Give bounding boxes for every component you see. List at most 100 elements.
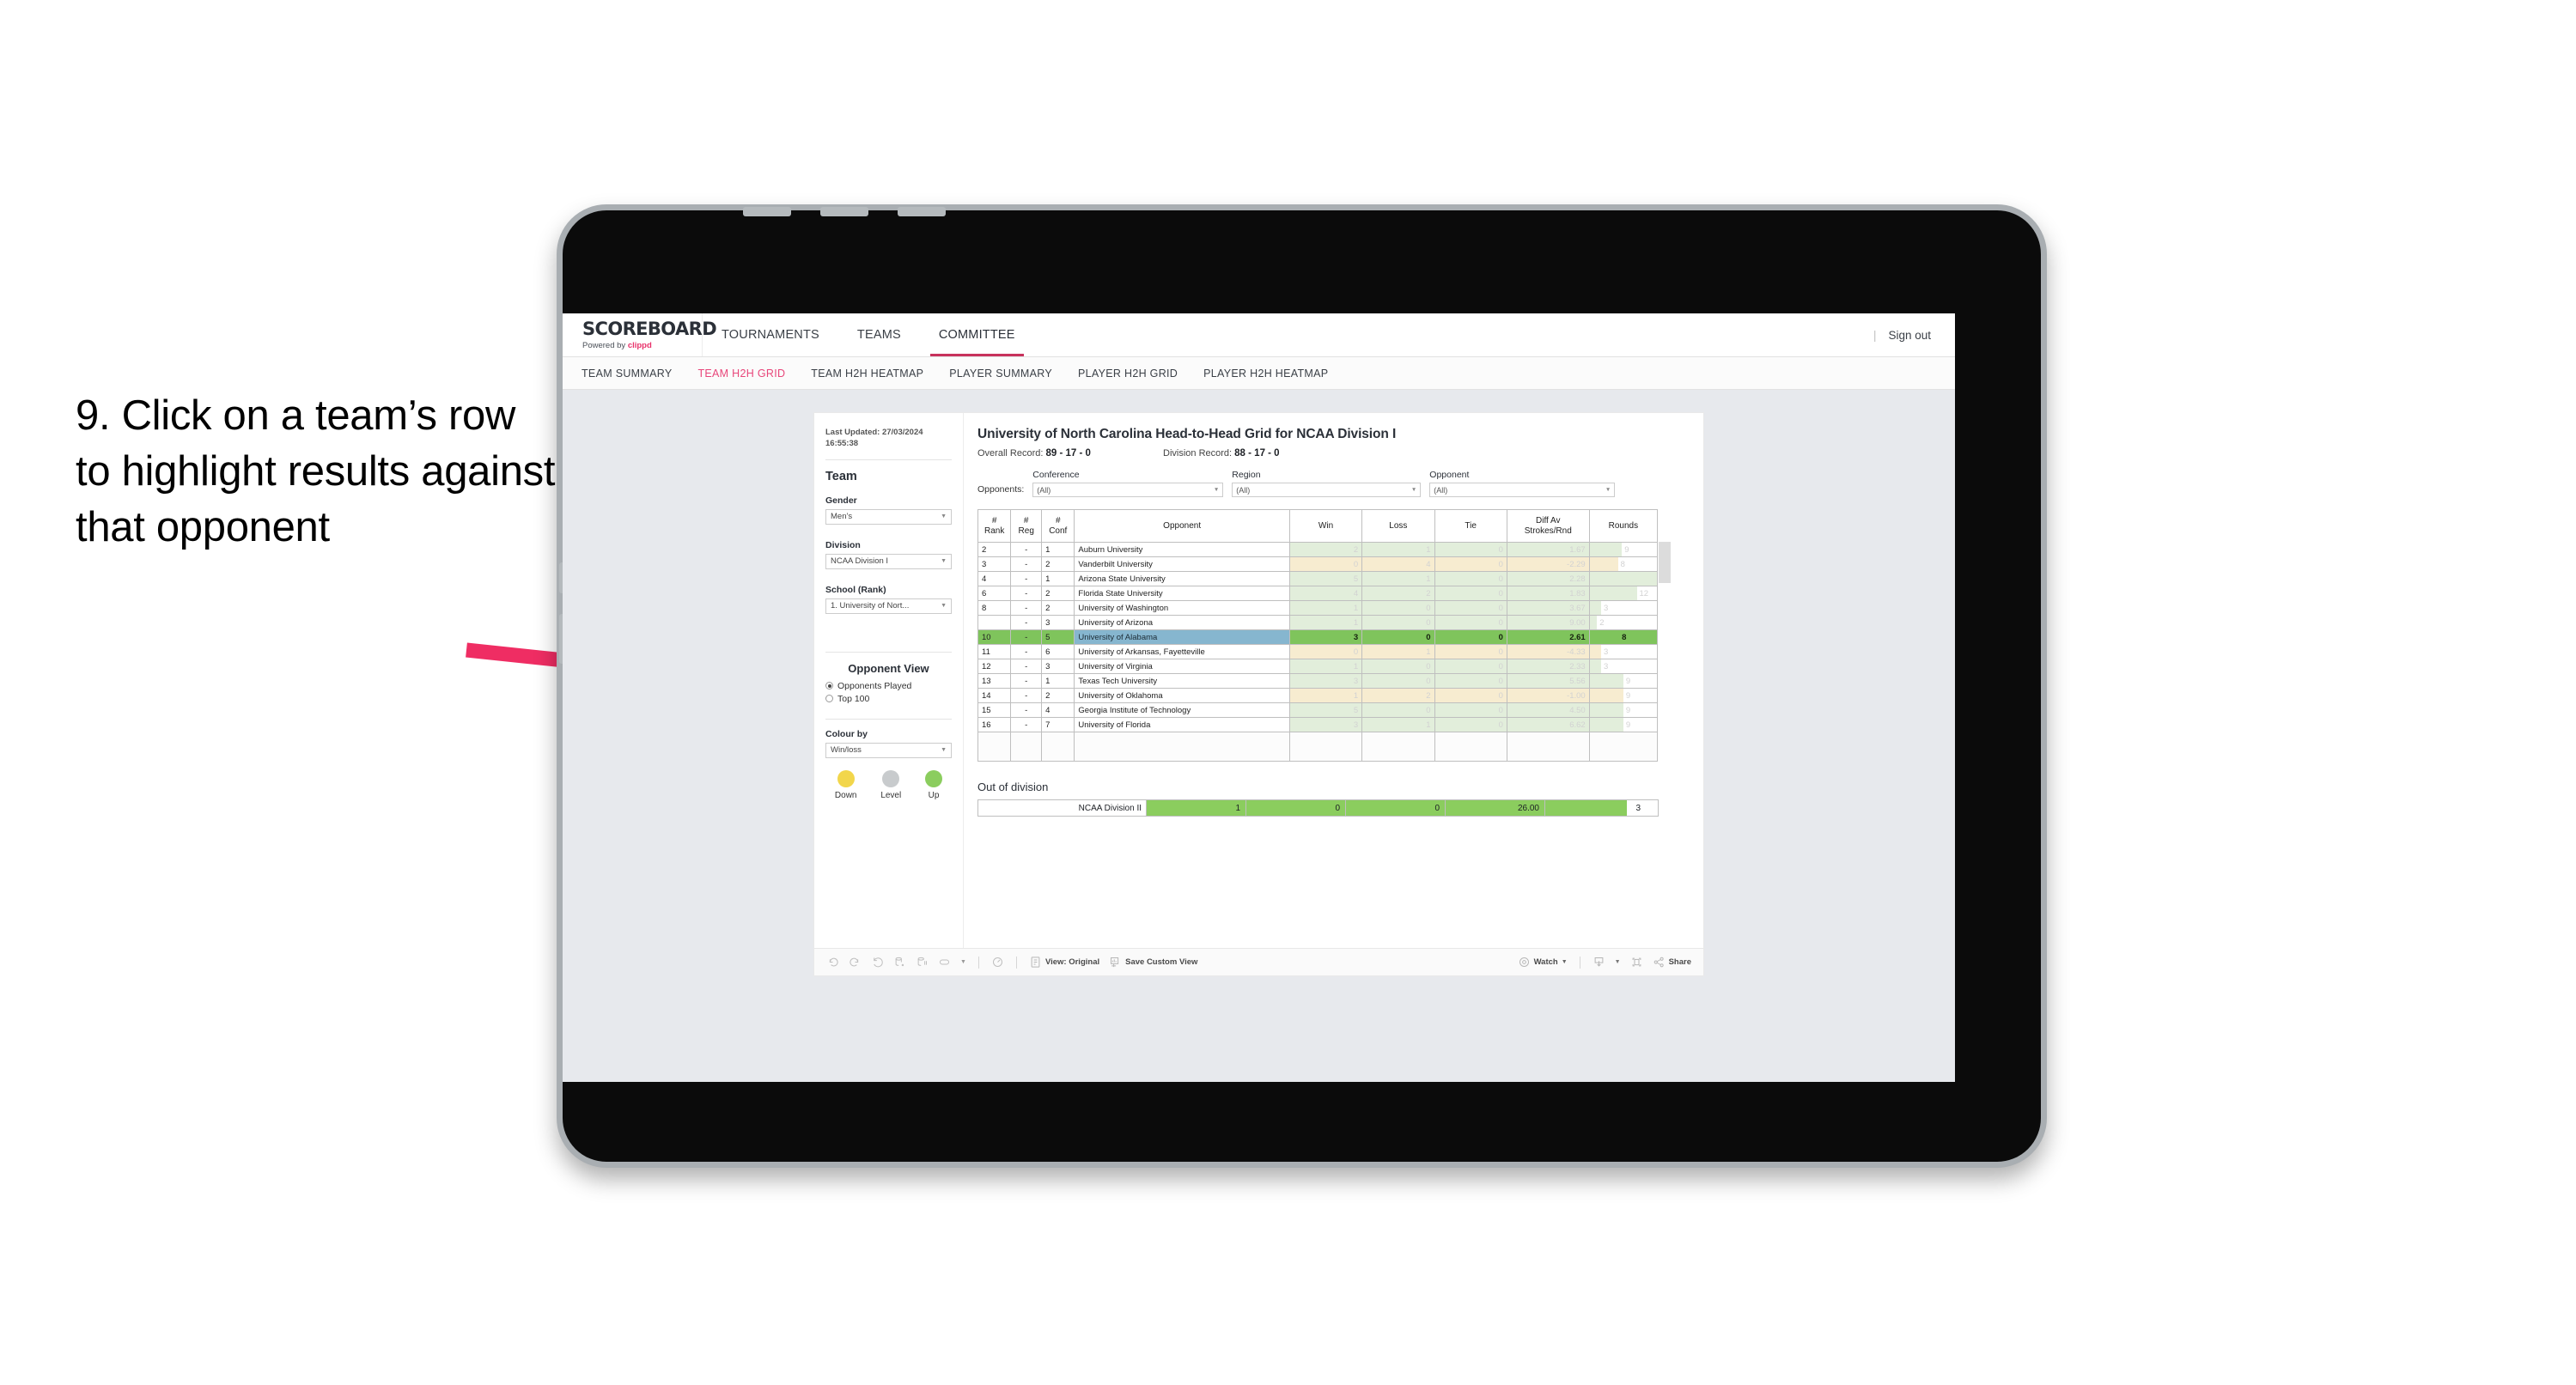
table-row[interactable]: 10-5 University of Alabama 3 0 0 2.61 8 [977, 629, 1659, 645]
view-original-label: View: Original [1044, 957, 1100, 967]
cell-loss: 0 [1361, 600, 1435, 616]
cell-conf: 1 [1041, 673, 1075, 689]
cell-diff: 2.61 [1506, 629, 1590, 645]
table-row[interactable]: 11-6 University of Arkansas, Fayetteville… [977, 644, 1659, 659]
loop-icon[interactable] [938, 956, 951, 969]
cell-conf: 1 [1041, 542, 1075, 557]
table-row[interactable]: 6-2 Florida State University 4 2 0 1.83 12 [977, 586, 1659, 601]
chevron-down-icon[interactable]: ▼ [960, 959, 966, 965]
download-icon[interactable] [1592, 956, 1605, 969]
cell-opponent: University of Oklahoma [1074, 688, 1290, 703]
cell-loss: 0 [1361, 659, 1435, 674]
division-select[interactable]: NCAA Division I ▼ [825, 553, 952, 569]
watch-button[interactable]: Watch ▼ [1518, 956, 1568, 969]
revert-icon[interactable] [871, 956, 884, 969]
conference-filter: Conference (All) ▼ [1032, 470, 1224, 497]
sign-out-link[interactable]: Sign out [1888, 329, 1931, 342]
overall-record-label: Overall Record: [977, 448, 1044, 459]
brand-logo[interactable]: SCOREBOARD Powered by clippd [563, 313, 717, 356]
tab-team-h2h-grid[interactable]: TEAM H2H GRID [697, 368, 785, 380]
gender-value: Men’s [831, 512, 853, 522]
cell-loss: 1 [1361, 717, 1435, 732]
cell-loss: 2 [1361, 688, 1435, 703]
content-area: Last Updated: 27/03/2024 16:55:38 Team G… [563, 390, 1955, 975]
out-of-division-row[interactable]: NCAA Division II 1 0 0 26.00 3 [977, 799, 1659, 817]
app-topbar: SCOREBOARD Powered by clippd TOURNAMENTS… [563, 313, 1955, 357]
chevron-down-icon: ▼ [941, 558, 947, 565]
nav-tournaments[interactable]: TOURNAMENTS [703, 313, 838, 356]
nav-teams[interactable]: TEAMS [838, 313, 920, 356]
table-row[interactable]: 14-2 University of Oklahoma 1 2 0 -1.00 9 [977, 688, 1659, 703]
filler-cell [1288, 732, 1363, 762]
sidebar-divider-3 [825, 718, 952, 720]
table-row[interactable]: -3 University of Arizona 1 0 0 9.00 2 [977, 615, 1659, 630]
pause-data-icon[interactable] [916, 956, 929, 969]
table-row[interactable]: 12-3 University of Virginia 1 0 0 2.33 3 [977, 659, 1659, 674]
redo-icon[interactable] [849, 956, 862, 969]
col-loss: Loss [1361, 509, 1435, 543]
chevron-down-icon: ▼ [1561, 959, 1568, 965]
conference-select[interactable]: (All) ▼ [1032, 483, 1224, 497]
radio-icon [825, 695, 833, 703]
division-record-value: 88 - 17 - 0 [1234, 448, 1280, 459]
table-row[interactable]: 15-4 Georgia Institute of Technology 5 0 0 4.… [977, 702, 1659, 718]
rounds-value: 9 [1625, 676, 1631, 686]
toolbar-divider-1 [977, 956, 979, 969]
cell-tie: 0 [1434, 586, 1507, 601]
refresh-data-icon[interactable] [893, 956, 906, 969]
cell-opponent: Georgia Institute of Technology [1074, 702, 1290, 718]
gender-select[interactable]: Men’s ▼ [825, 508, 952, 525]
table-row[interactable]: 8-2 University of Washington 1 0 0 3.67 3 [977, 600, 1659, 616]
grid-body: 2-1 Auburn University 2 1 0 1.67 9 3-2 Vanderbil… [977, 542, 1669, 762]
tab-team-h2h-heatmap[interactable]: TEAM H2H HEATMAP [811, 368, 923, 380]
legend-level-label: Level [880, 790, 902, 800]
view-original-button[interactable]: View: Original [1029, 956, 1099, 969]
dashboard-card: Last Updated: 27/03/2024 16:55:38 Team G… [814, 413, 1703, 975]
cell-rounds: 3 [1588, 659, 1659, 674]
cell-diff: 2.33 [1506, 659, 1590, 674]
cell-rounds: 9 [1588, 542, 1659, 557]
cell-win: 1 [1288, 600, 1363, 616]
cell-reg: - [1010, 629, 1043, 645]
cell-rank: 14 [977, 688, 1012, 703]
col-conf: # Conf [1041, 509, 1075, 543]
opponent-select[interactable]: (All) ▼ [1429, 483, 1616, 497]
nav-committee[interactable]: COMMITTEE [920, 313, 1034, 356]
division-record-label: Division Record: [1163, 448, 1233, 459]
region-select[interactable]: (All) ▼ [1232, 483, 1422, 497]
tab-team-summary[interactable]: TEAM SUMMARY [582, 368, 672, 380]
table-scroll-indicator[interactable] [1659, 542, 1671, 583]
undo-icon[interactable] [826, 956, 839, 969]
school-select[interactable]: 1. University of Nort... ▼ [825, 598, 952, 614]
colour-by-select[interactable]: Win/loss ▼ [825, 742, 952, 758]
pause-auto-update-icon[interactable] [991, 956, 1004, 969]
radio-opponents-played[interactable]: Opponents Played [825, 681, 952, 691]
cell-win: 1 [1288, 688, 1363, 703]
radio-top-100[interactable]: Top 100 [825, 694, 952, 704]
brand-subtitle: Powered by clippd [582, 341, 702, 350]
table-row[interactable]: 2-1 Auburn University 2 1 0 1.67 9 [977, 542, 1659, 557]
tab-player-h2h-heatmap[interactable]: PLAYER H2H HEATMAP [1203, 368, 1328, 380]
table-filler-row [977, 732, 1659, 762]
table-row[interactable]: 16-7 University of Florida 3 1 0 6.62 9 [977, 717, 1659, 732]
cell-diff: -1.00 [1506, 688, 1590, 703]
share-button[interactable]: Share [1653, 956, 1691, 969]
col-reg-l2: Reg [1018, 525, 1034, 536]
fullscreen-icon[interactable] [1630, 956, 1643, 969]
rounds-value: 8 [1620, 559, 1625, 569]
cell-diff: 6.62 [1506, 717, 1590, 732]
viz-toolbar: ▼ View: Original Save Custom View Watch … [814, 948, 1703, 975]
tab-player-summary[interactable]: PLAYER SUMMARY [949, 368, 1052, 380]
cell-rank: 2 [977, 542, 1012, 557]
cell-win: 0 [1288, 556, 1363, 572]
opponent-filter: Opponent (All) ▼ [1429, 470, 1616, 497]
table-row[interactable]: 13-1 Texas Tech University 3 0 0 5.56 9 [977, 673, 1659, 689]
cell-conf: 5 [1041, 629, 1075, 645]
save-custom-view-button[interactable]: Save Custom View [1109, 956, 1197, 969]
chevron-down-icon[interactable]: ▼ [1615, 959, 1621, 965]
table-row[interactable]: 3-2 Vanderbilt University 0 4 0 -2.29 8 [977, 556, 1659, 572]
tab-player-h2h-grid[interactable]: PLAYER H2H GRID [1078, 368, 1178, 380]
legend-down: Down [835, 769, 856, 800]
rounds-value: 8 [1622, 632, 1627, 642]
table-row[interactable]: 4-1Arizona State University5102.2817 [977, 571, 1669, 586]
